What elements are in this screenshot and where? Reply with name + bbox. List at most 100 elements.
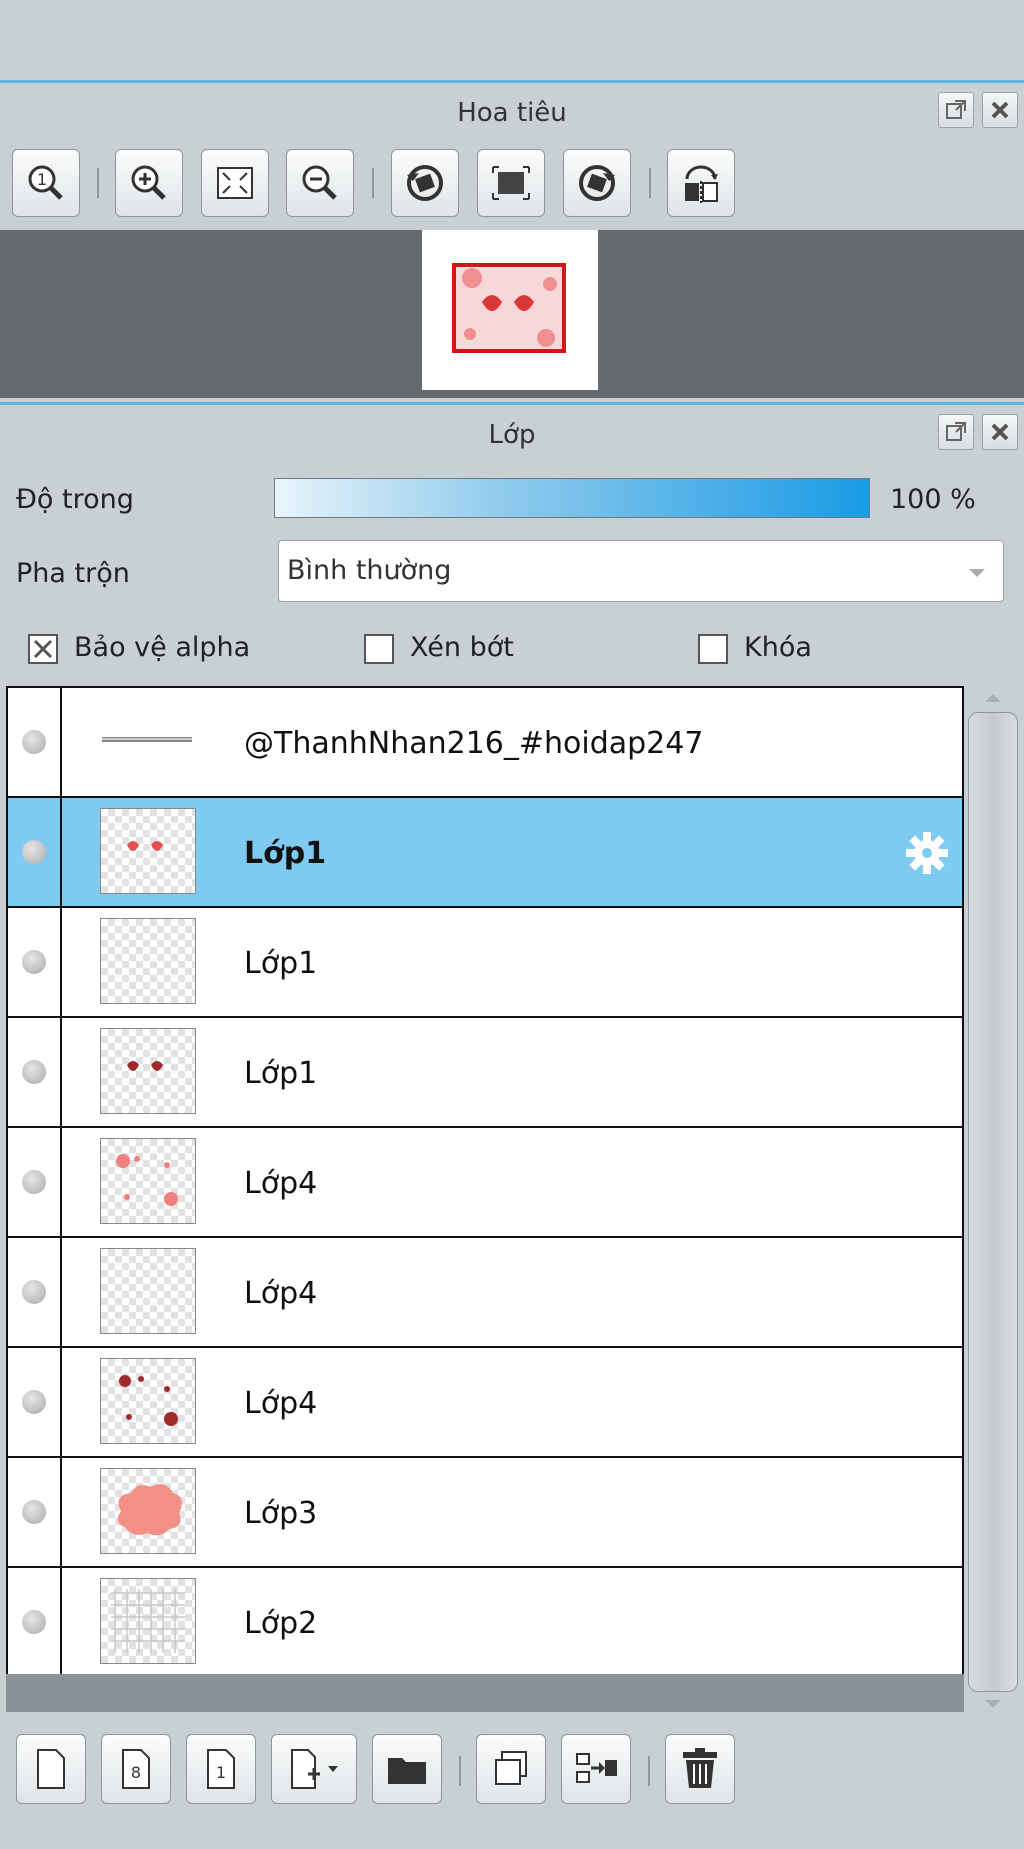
layer-name: Lớp4 xyxy=(244,1386,318,1421)
rotate-left-icon xyxy=(407,165,443,201)
layer-row[interactable]: Lớp4 xyxy=(8,1128,962,1238)
visibility-toggle[interactable] xyxy=(22,840,46,864)
visibility-column xyxy=(8,688,62,796)
visibility-column xyxy=(8,1238,62,1346)
new-folder-button[interactable] xyxy=(372,1734,442,1804)
layers-close-button[interactable] xyxy=(982,414,1018,450)
scroll-down-icon[interactable] xyxy=(985,1700,1001,1708)
layers-panel-separator xyxy=(0,402,1024,405)
rotate-right-icon xyxy=(579,165,615,201)
toolbar-separator xyxy=(372,168,374,198)
add-layer-menu-icon xyxy=(291,1749,338,1789)
layer-scrollbar-thumb[interactable] xyxy=(968,712,1018,1692)
new-8bit-layer-icon: 8 xyxy=(122,1749,150,1789)
layer-thumbnail xyxy=(100,1358,196,1444)
layer-thumbnail-image xyxy=(111,1589,185,1653)
layer-thumbnail xyxy=(100,1468,196,1554)
layer-thumbnail xyxy=(100,1248,196,1334)
flip-horizontal-icon xyxy=(685,165,718,203)
layer-list-footer xyxy=(6,1674,964,1712)
blend-mode-select[interactable]: Bình thường xyxy=(278,540,1004,602)
layer-row[interactable]: Lớp1 xyxy=(8,798,962,908)
visibility-toggle[interactable] xyxy=(22,1170,46,1194)
merge-down-icon xyxy=(576,1753,617,1783)
fit-screen-button[interactable] xyxy=(201,149,269,217)
duplicate-layer-button[interactable] xyxy=(476,1734,546,1804)
new-1bit-layer-button[interactable]: 1 xyxy=(186,1734,256,1804)
toolbar-separator xyxy=(459,1756,461,1786)
blend-mode-value: Bình thường xyxy=(287,555,452,586)
visibility-column xyxy=(8,1348,62,1456)
layer-thumbnail xyxy=(100,1138,196,1224)
layer-name: Lớp1 xyxy=(244,946,318,981)
layers-detach-button[interactable] xyxy=(938,414,974,450)
layer-name: @ThanhNhan216_#hoidap247 xyxy=(244,726,704,761)
navigator-detach-button[interactable] xyxy=(938,92,974,128)
clipping-label: Xén bớt xyxy=(410,632,514,663)
scroll-up-icon[interactable] xyxy=(985,694,1001,702)
gear-icon[interactable] xyxy=(902,828,952,878)
layer-row[interactable]: Lớp2 xyxy=(8,1568,962,1678)
duplicate-layer-icon xyxy=(495,1751,527,1785)
visibility-column xyxy=(8,798,62,906)
layer-name: Lớp3 xyxy=(244,1496,318,1531)
new-layer-button[interactable] xyxy=(16,1734,86,1804)
reset-view-button[interactable] xyxy=(477,149,545,217)
add-layer-menu-button[interactable] xyxy=(271,1734,357,1804)
visibility-toggle[interactable] xyxy=(22,950,46,974)
layer-row[interactable]: Lớp4 xyxy=(8,1348,962,1458)
layer-row[interactable]: Lớp3 xyxy=(8,1458,962,1568)
clipping-checkbox[interactable] xyxy=(364,634,394,664)
toolbar-separator xyxy=(97,168,99,198)
toolbar-separator xyxy=(649,168,651,198)
navigator-canvas-thumbnail[interactable] xyxy=(422,230,598,390)
layer-list: @ThanhNhan216_#hoidap247 Lớp1 Lớp1 Lớp1 xyxy=(6,686,964,1678)
layer-name: Lớp4 xyxy=(244,1166,318,1201)
navigator-panel-separator xyxy=(0,80,1024,83)
rotate-left-button[interactable] xyxy=(391,149,459,217)
navigator-close-button[interactable] xyxy=(982,92,1018,128)
new-1bit-layer-icon: 1 xyxy=(207,1749,235,1789)
visibility-column xyxy=(8,1568,62,1676)
zoom-in-icon xyxy=(131,165,166,200)
layer-thumbnail-image xyxy=(117,1484,182,1536)
fit-screen-icon xyxy=(217,167,253,199)
checked-x-icon xyxy=(33,639,53,659)
layer-thumbnail xyxy=(100,1578,196,1664)
opacity-label: Độ trong xyxy=(16,484,134,515)
zoom-in-button[interactable] xyxy=(115,149,183,217)
toolbar-separator xyxy=(648,1756,650,1786)
rotate-right-button[interactable] xyxy=(563,149,631,217)
delete-layer-icon xyxy=(683,1748,717,1788)
layers-panel-title: Lớp xyxy=(488,420,536,450)
layer-name: Lớp1 xyxy=(244,1056,318,1091)
opacity-slider[interactable] xyxy=(274,478,870,518)
layer-thumbnail xyxy=(100,808,196,894)
zoom-out-button[interactable] xyxy=(286,149,354,217)
visibility-toggle[interactable] xyxy=(22,1500,46,1524)
visibility-column xyxy=(8,908,62,1016)
delete-layer-button[interactable] xyxy=(665,1734,735,1804)
layer-name: Lớp1 xyxy=(244,836,327,871)
visibility-toggle[interactable] xyxy=(22,1390,46,1414)
text-layer-thumbnail-image xyxy=(102,737,192,742)
zoom-actual-button[interactable]: 1 xyxy=(12,149,80,217)
visibility-toggle[interactable] xyxy=(22,1280,46,1304)
visibility-toggle[interactable] xyxy=(22,1610,46,1634)
layer-thumbnail xyxy=(100,918,196,1004)
layer-row[interactable]: Lớp4 xyxy=(8,1238,962,1348)
layer-row[interactable]: @ThanhNhan216_#hoidap247 xyxy=(8,688,962,798)
protect-alpha-checkbox[interactable] xyxy=(28,634,58,664)
detach-icon xyxy=(946,100,966,119)
lock-checkbox[interactable] xyxy=(698,634,728,664)
layer-row[interactable]: Lớp1 xyxy=(8,908,962,1018)
zoom-actual-icon: 1 xyxy=(28,165,63,200)
new-8bit-layer-button[interactable]: 8 xyxy=(101,1734,171,1804)
visibility-toggle[interactable] xyxy=(22,730,46,754)
visibility-toggle[interactable] xyxy=(22,1060,46,1084)
layer-row[interactable]: Lớp1 xyxy=(8,1018,962,1128)
chevron-down-icon xyxy=(969,569,985,577)
merge-down-button[interactable] xyxy=(561,1734,631,1804)
flip-horizontal-button[interactable] xyxy=(667,149,735,217)
svg-text:1: 1 xyxy=(216,1763,226,1782)
